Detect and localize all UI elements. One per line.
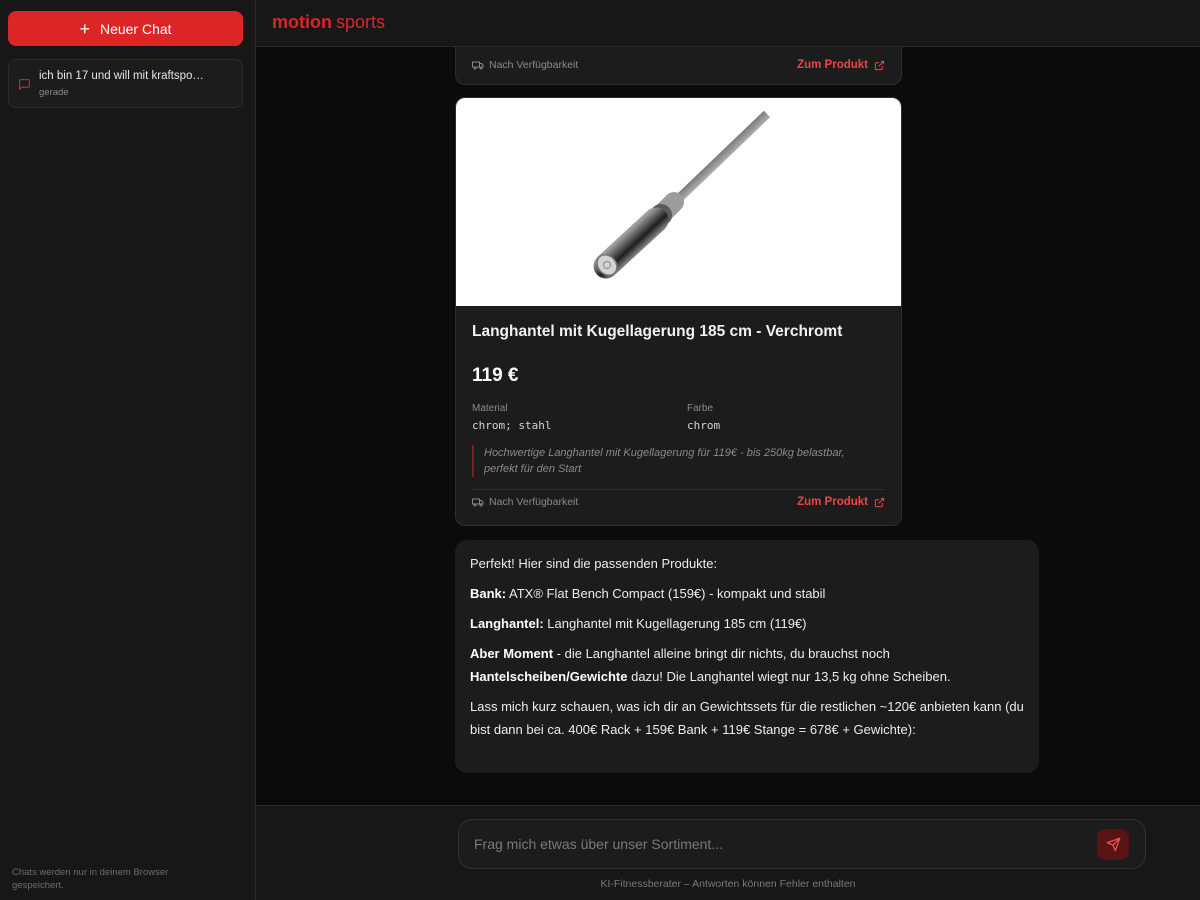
chat-item-time: gerade (39, 87, 69, 98)
plus-icon: + (79, 18, 90, 39)
card-footer: Nach Verfügbarkeit Zum Produkt (472, 492, 885, 512)
reply-barbell: Langhantel: Langhantel mit Kugellagerung… (470, 612, 1024, 635)
brand-logo[interactable]: motion sports (272, 12, 385, 33)
assistant-message: Perfekt! Hier sind die passenden Produkt… (455, 540, 1039, 773)
spec-label: Material (472, 403, 508, 414)
reply-bank-label: Bank: (470, 586, 507, 601)
brand-regular: sports (336, 12, 386, 32)
message-square-icon (19, 79, 30, 90)
chat-item-title: ich bin 17 und will mit kraftspo… (39, 70, 204, 82)
product-link-label: Zum Produkt (797, 59, 868, 71)
product-title: Langhantel mit Kugellagerung 185 cm - Ve… (472, 323, 843, 340)
message-input[interactable] (474, 820, 1084, 868)
card-divider (472, 489, 885, 490)
reply-plates-text: dazu! Die Langhantel wiegt nur 13,5 kg o… (627, 669, 951, 684)
spec-value: chrom (687, 419, 721, 432)
reply-intro: Perfekt! Hier sind die passenden Produkt… (470, 556, 718, 571)
new-chat-label: Neuer Chat (99, 20, 172, 37)
message-input-wrapper (458, 819, 1146, 869)
reply-closing: Lass mich kurz schauen, was ich dir an G… (470, 699, 1024, 737)
reply-barbell-text: Langhantel mit Kugellagerung 185 cm (119… (543, 616, 807, 631)
product-link-label: Zum Produkt (797, 496, 868, 508)
truck-icon (472, 498, 484, 507)
availability-text: Nach Verfügbarkeit (489, 496, 579, 508)
storage-note: Chats werden nur in deinem Browser gespe… (12, 867, 169, 891)
product-note: Hochwertige Langhantel mit Kugellagerung… (472, 445, 872, 477)
chat-history-item[interactable]: ich bin 17 und will mit kraftspo… gerade (8, 59, 243, 108)
header: motion sports (256, 0, 1200, 47)
spec-material: Material chrom; stahl (472, 403, 551, 432)
product-link[interactable]: Zum Produkt (797, 59, 885, 71)
composer: KI-Fitnessberater – Antworten können Feh… (256, 805, 1200, 900)
spec-color: Farbe chrom (687, 403, 720, 432)
barbell-image (593, 110, 771, 279)
availability: Nach Verfügbarkeit (472, 496, 578, 508)
availability: Nach Verfügbarkeit (472, 59, 578, 71)
reply-barbell-label: Langhantel: (470, 616, 544, 631)
chat-messages[interactable]: Nach Verfügbarkeit Zum Produkt Langhante… (256, 47, 1200, 805)
availability-text: Nach Verfügbarkeit (489, 59, 579, 71)
reply-warning-text: - die Langhantel alleine bringt dir nich… (553, 646, 890, 661)
product-image (456, 98, 901, 306)
product-link[interactable]: Zum Produkt (797, 496, 885, 508)
reply-plates-label: Hantelscheiben/Gewichte (470, 669, 628, 684)
new-chat-button[interactable]: + Neuer Chat (8, 11, 243, 46)
sidebar: + Neuer Chat ich bin 17 und will mit kra… (0, 0, 256, 900)
truck-icon (472, 61, 484, 70)
card-footer: Nach Verfügbarkeit Zum Produkt (472, 55, 885, 75)
send-icon (1106, 837, 1120, 852)
disclaimer: KI-Fitnessberater – Antworten können Feh… (600, 878, 856, 890)
product-price: 119 € (472, 365, 519, 386)
reply-bank-text: ATX® Flat Bench Compact (159€) - kompakt… (506, 586, 826, 601)
reply-warning: Aber Moment - die Langhantel alleine bri… (470, 642, 1024, 688)
brand-bold: motion (272, 12, 332, 32)
reply-bank: Bank: ATX® Flat Bench Compact (159€) - k… (470, 582, 1024, 605)
product-card-previous: Nach Verfügbarkeit Zum Produkt (455, 47, 902, 85)
spec-label: Farbe (687, 403, 714, 414)
send-button[interactable] (1097, 829, 1129, 860)
external-link-icon (874, 497, 885, 507)
spec-value: chrom; stahl (472, 419, 552, 432)
reply-warning-label: Aber Moment (470, 646, 554, 661)
product-card: Langhantel mit Kugellagerung 185 cm - Ve… (455, 97, 902, 526)
external-link-icon (874, 60, 885, 70)
